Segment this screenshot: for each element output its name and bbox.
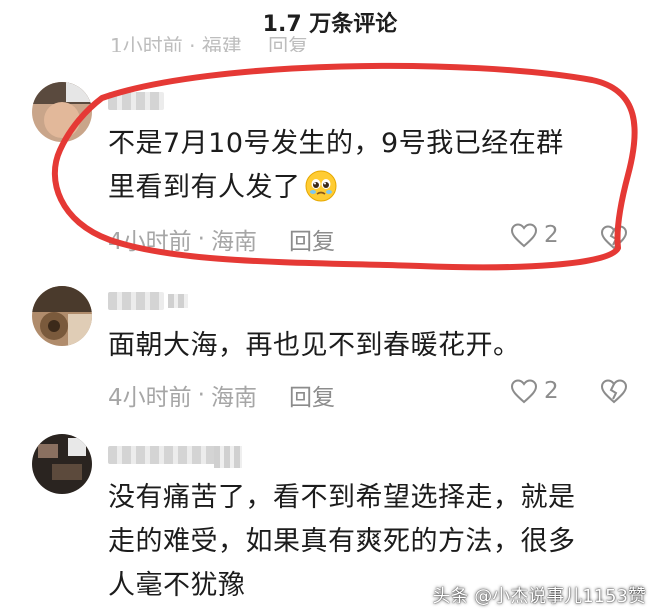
heart-outline-icon — [510, 223, 538, 248]
comment-meta: 4小时前 · 海南 回复 — [108, 222, 341, 256]
comment-time: 4小时前 — [108, 385, 192, 411]
username-blurred-suffix — [168, 294, 188, 308]
previous-comment-meta: 1小时前 · 福建 回复 — [110, 34, 630, 52]
broken-heart-icon — [600, 379, 628, 404]
heart-outline-icon — [510, 379, 538, 404]
previous-comment-reply[interactable]: 回复 — [268, 34, 308, 52]
avatar[interactable] — [32, 286, 92, 346]
avatar[interactable] — [32, 434, 92, 494]
broken-heart-icon — [600, 225, 628, 250]
comment-text-line: 里看到有人发了 — [108, 172, 301, 203]
comment-text-line: 不是7月10号发生的，9号我已经在群 — [108, 128, 564, 159]
dislike-button[interactable] — [600, 224, 628, 254]
like-button[interactable]: 2 — [510, 222, 559, 248]
username-blurred[interactable] — [108, 92, 164, 110]
previous-comment-time: 1小时前 — [110, 34, 183, 52]
meta-separator: · — [197, 226, 205, 252]
pleading-face-emoji — [305, 170, 336, 202]
dislike-button[interactable] — [600, 378, 628, 408]
previous-comment-location: 福建 — [201, 34, 242, 52]
username-blurred[interactable] — [108, 446, 218, 464]
comment-location: 海南 — [210, 229, 257, 255]
comment-text-line: 走的难受，如果真有爽死的方法，很多 — [108, 526, 576, 557]
comment-time: 4小时前 — [108, 229, 192, 255]
comment-text-line: 没有痛苦了，看不到希望选择走，就是 — [108, 482, 576, 513]
like-count: 2 — [544, 222, 559, 248]
comment-1: 不是7月10号发生的，9号我已经在群 里看到有人发了 4小时前 · 海南 回复 — [0, 78, 660, 278]
comment-meta: 4小时前 · 海南 回复 — [108, 378, 341, 412]
comment-text-line: 面朝大海，再也见不到春暖花开。 — [108, 330, 521, 361]
username-blurred-suffix — [214, 446, 242, 468]
reply-button[interactable]: 回复 — [289, 222, 335, 256]
reply-button[interactable]: 回复 — [289, 378, 335, 412]
comment-text: 面朝大海，再也见不到春暖花开。 — [108, 324, 628, 368]
comment-text: 不是7月10号发生的，9号我已经在群 里看到有人发了 — [108, 122, 628, 210]
avatar[interactable] — [32, 82, 92, 142]
comment-2: 面朝大海，再也见不到春暖花开。 4小时前 · 海南 回复 2 — [0, 282, 660, 422]
meta-separator: · — [197, 382, 205, 408]
like-count: 2 — [544, 378, 559, 404]
like-button[interactable]: 2 — [510, 378, 559, 404]
username-blurred[interactable] — [108, 292, 164, 310]
watermark: 头条 @小杰说事儿1153赞 — [432, 586, 646, 607]
comment-location: 海南 — [210, 385, 257, 411]
